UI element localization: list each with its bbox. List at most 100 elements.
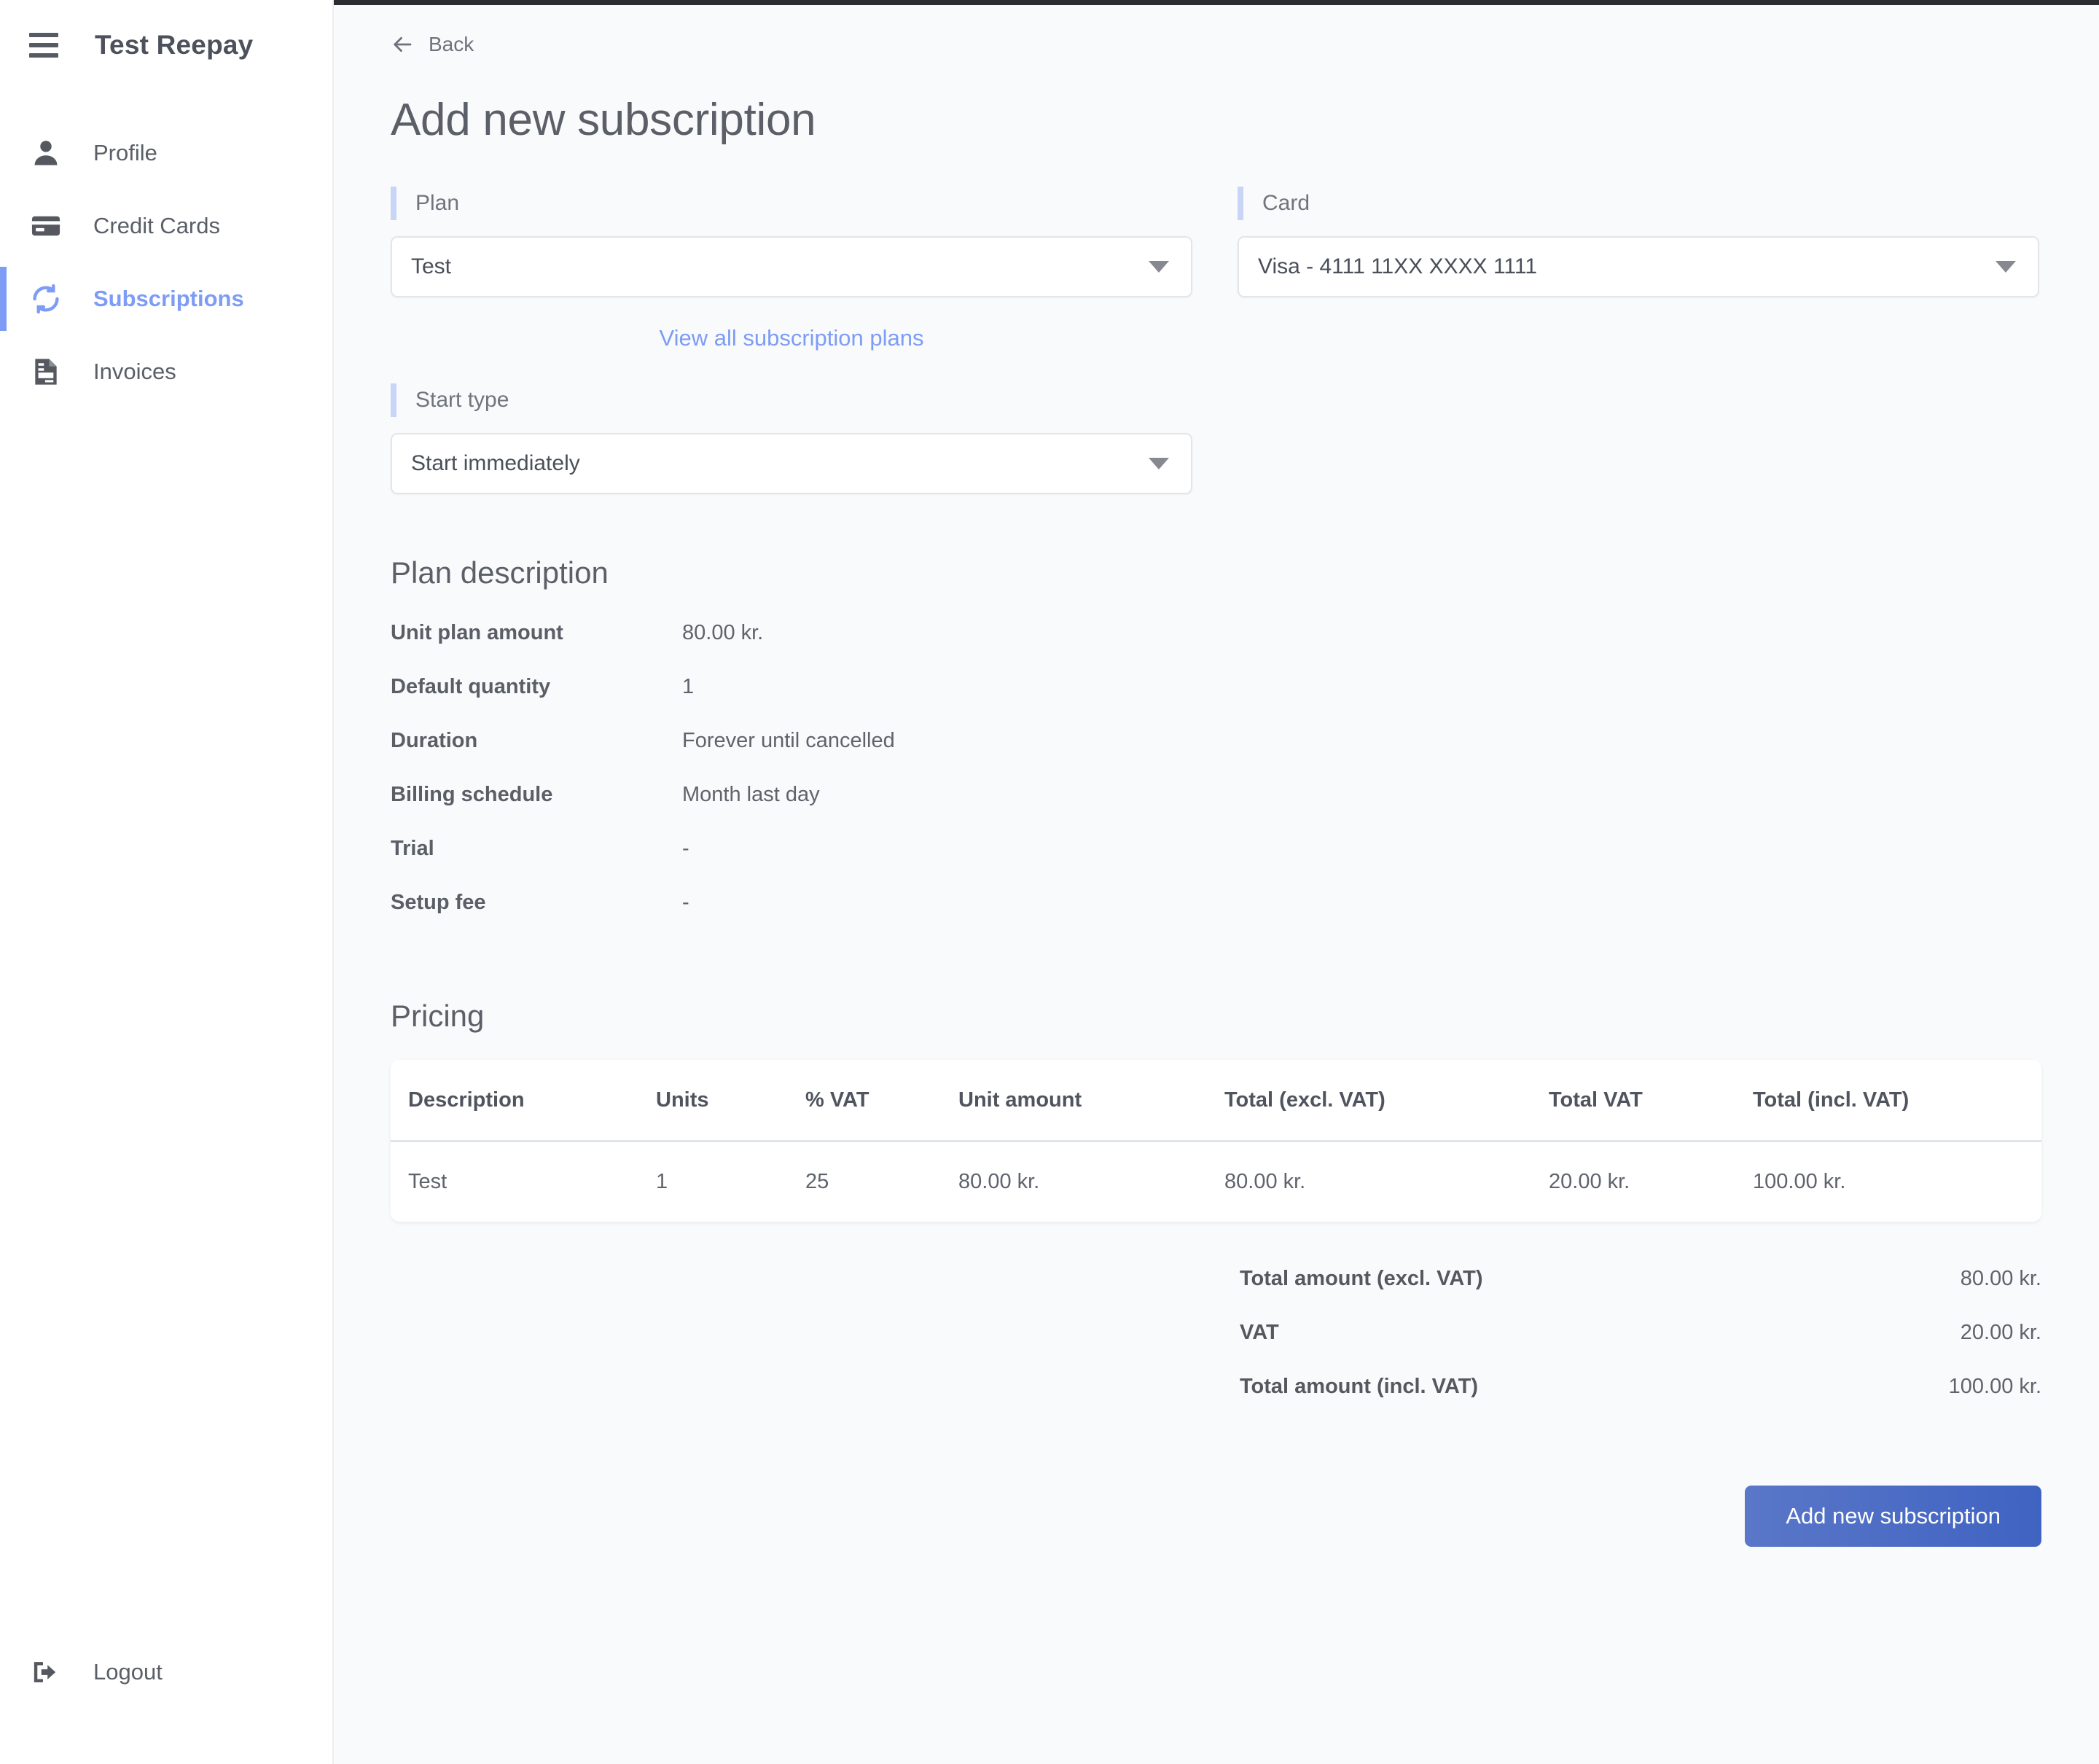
pricing-table: Description Units % VAT Unit amount Tota… xyxy=(391,1060,2041,1222)
plan-description-key: Trial xyxy=(391,837,434,860)
start-type-field-label: Start type xyxy=(391,383,1192,417)
user-icon xyxy=(29,136,63,170)
form-grid: Plan Test View all subscription plans St… xyxy=(391,187,2039,494)
plan-description-value: - xyxy=(682,891,689,914)
cell-units: 1 xyxy=(656,1170,668,1193)
logout-button[interactable]: Logout xyxy=(0,1650,332,1694)
document-icon xyxy=(29,355,63,389)
plan-description-row: Duration Forever until cancelled xyxy=(391,729,1338,783)
submit-row: Add new subscription xyxy=(391,1486,2041,1547)
total-row: VAT 20.00 kr. xyxy=(391,1321,2041,1375)
add-new-subscription-button[interactable]: Add new subscription xyxy=(1745,1486,2041,1547)
label-accent-bar xyxy=(391,187,396,220)
plan-description-table: Unit plan amount 80.00 kr. Default quant… xyxy=(391,621,1338,945)
totals-summary: Total amount (excl. VAT) 80.00 kr. VAT 2… xyxy=(391,1267,2041,1429)
cell-total-vat: 20.00 kr. xyxy=(1549,1170,1630,1193)
back-button[interactable]: Back xyxy=(391,33,474,56)
sidebar: Test Reepay Profile Credit Cards Subscri… xyxy=(0,0,334,1764)
column-header-unit-amount: Unit amount xyxy=(958,1088,1082,1112)
plan-description-key: Billing schedule xyxy=(391,783,553,806)
plan-description-key: Unit plan amount xyxy=(391,621,563,644)
total-row: Total amount (incl. VAT) 100.00 kr. xyxy=(391,1375,2041,1429)
view-all-subscription-plans-link[interactable]: View all subscription plans xyxy=(659,325,923,351)
start-type-select-value: Start immediately xyxy=(411,451,580,475)
card-field-label: Card xyxy=(1238,187,2039,220)
plan-description-value: 80.00 kr. xyxy=(682,621,764,644)
arrow-left-icon xyxy=(394,36,412,52)
plan-label-text: Plan xyxy=(415,191,460,215)
sidebar-item-label: Invoices xyxy=(93,359,176,384)
plan-description-row: Billing schedule Month last day xyxy=(391,783,1338,837)
total-value: 80.00 kr. xyxy=(1960,1267,2041,1290)
start-type-select[interactable]: Start immediately xyxy=(391,433,1192,494)
plan-select[interactable]: Test xyxy=(391,236,1192,297)
plan-field-label: Plan xyxy=(391,187,1192,220)
view-all-plans-row: View all subscription plans xyxy=(391,325,1192,351)
start-type-label-text: Start type xyxy=(415,388,509,412)
plan-description-row: Default quantity 1 xyxy=(391,675,1338,729)
refresh-sync-icon xyxy=(29,282,63,316)
label-accent-bar xyxy=(391,383,396,417)
plan-description-value: Forever until cancelled xyxy=(682,729,895,752)
cell-unit-amount: 80.00 kr. xyxy=(958,1170,1040,1193)
plan-description-value: - xyxy=(682,837,689,860)
plan-description-row: Trial - xyxy=(391,837,1338,891)
start-type-column: Start type Start immediately xyxy=(391,383,1192,494)
plan-description-value: 1 xyxy=(682,675,695,698)
column-header-total-incl-vat: Total (incl. VAT) xyxy=(1753,1088,1910,1112)
total-label: VAT xyxy=(1240,1321,1279,1344)
logout-icon xyxy=(29,1655,63,1689)
sidebar-item-credit-cards[interactable]: Credit Cards xyxy=(0,190,332,262)
sidebar-item-label: Profile xyxy=(93,140,157,165)
pricing-table-header: Description Units % VAT Unit amount Tota… xyxy=(391,1060,2041,1140)
plan-description-row: Unit plan amount 80.00 kr. xyxy=(391,621,1338,675)
pricing-title: Pricing xyxy=(391,999,485,1033)
main-content: Back Add new subscription Plan Test View… xyxy=(334,0,2099,1764)
plan-description-key: Setup fee xyxy=(391,891,486,914)
sidebar-nav: Profile Credit Cards Subscriptions Invoi… xyxy=(0,117,332,408)
label-accent-bar xyxy=(1238,187,1243,220)
page-title: Add new subscription xyxy=(391,95,816,145)
cell-total-excl-vat: 80.00 kr. xyxy=(1224,1170,1306,1193)
sidebar-item-label: Credit Cards xyxy=(93,213,220,238)
plan-select-value: Test xyxy=(411,254,452,278)
column-header-total-vat: Total VAT xyxy=(1549,1088,1643,1112)
chevron-down-icon xyxy=(1149,261,1169,273)
back-label: Back xyxy=(429,33,474,55)
sidebar-item-invoices[interactable]: Invoices xyxy=(0,335,332,408)
cell-total-incl-vat: 100.00 kr. xyxy=(1753,1170,1846,1193)
chevron-down-icon xyxy=(1996,261,2016,273)
plan-description-key: Default quantity xyxy=(391,675,551,698)
plan-description-row: Setup fee - xyxy=(391,891,1338,945)
sidebar-item-label: Subscriptions xyxy=(93,286,244,311)
chevron-down-icon xyxy=(1149,458,1169,469)
plan-description-value: Month last day xyxy=(682,783,820,806)
card-select[interactable]: Visa - 4111 11XX XXXX 1111 xyxy=(1238,236,2039,297)
card-column: Card Visa - 4111 11XX XXXX 1111 xyxy=(1238,187,2039,494)
table-row: Test 1 25 80.00 kr. 80.00 kr. 20.00 kr. … xyxy=(391,1140,2041,1222)
total-label: Total amount (incl. VAT) xyxy=(1240,1375,1479,1398)
cell-description: Test xyxy=(408,1170,447,1193)
column-header-total-excl-vat: Total (excl. VAT) xyxy=(1224,1088,1385,1112)
plan-description-title: Plan description xyxy=(391,555,609,590)
hamburger-menu-icon[interactable] xyxy=(29,33,58,58)
sidebar-item-profile[interactable]: Profile xyxy=(0,117,332,190)
total-row: Total amount (excl. VAT) 80.00 kr. xyxy=(391,1267,2041,1321)
sidebar-item-subscriptions[interactable]: Subscriptions xyxy=(0,262,332,335)
total-value: 100.00 kr. xyxy=(1948,1375,2041,1398)
app-root: Test Reepay Profile Credit Cards Subscri… xyxy=(0,0,2099,1764)
brand-title: Test Reepay xyxy=(95,30,254,60)
sidebar-header: Test Reepay xyxy=(0,0,332,90)
column-header-units: Units xyxy=(656,1088,709,1112)
cell-vat-percent: 25 xyxy=(805,1170,829,1193)
column-header-vat-percent: % VAT xyxy=(805,1088,869,1112)
card-select-value: Visa - 4111 11XX XXXX 1111 xyxy=(1258,254,1538,278)
column-header-description: Description xyxy=(408,1088,525,1112)
total-value: 20.00 kr. xyxy=(1960,1321,2041,1344)
credit-card-icon xyxy=(29,209,63,243)
logout-label: Logout xyxy=(93,1659,163,1685)
plan-description-key: Duration xyxy=(391,729,478,752)
plan-column: Plan Test View all subscription plans St… xyxy=(391,187,1192,494)
card-label-text: Card xyxy=(1262,191,1310,215)
total-label: Total amount (excl. VAT) xyxy=(1240,1267,1483,1290)
